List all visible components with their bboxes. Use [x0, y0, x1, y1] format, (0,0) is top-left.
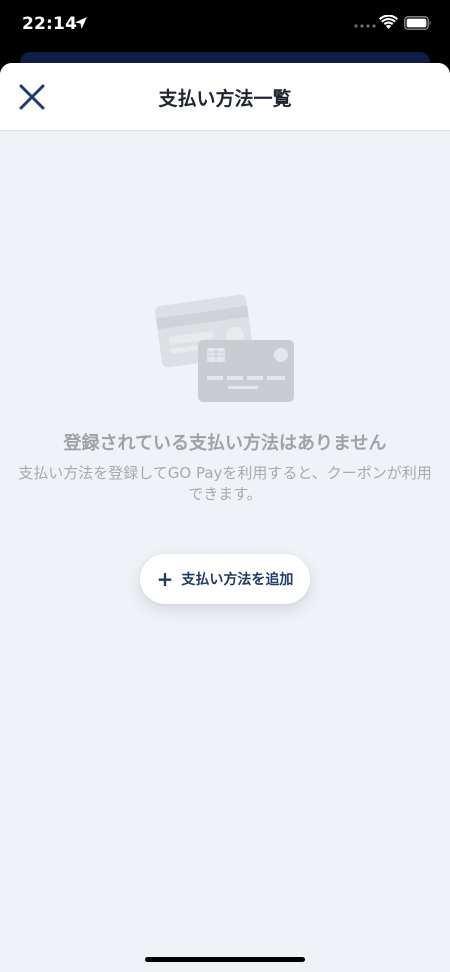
sheet-header: 支払い方法一覧: [0, 63, 450, 131]
home-indicator: [145, 957, 305, 962]
status-time: 22:14: [22, 14, 78, 34]
add-payment-method-button[interactable]: + 支払い方法を追加: [140, 554, 310, 604]
status-bar: 22:14: [0, 0, 450, 52]
empty-state-title: 登録されている支払い方法はありません: [63, 433, 387, 454]
empty-state-description: 支払い方法を登録してGO Payを利用すると、クーポンが利用できます。: [18, 464, 432, 503]
signal-dots-icon: [354, 24, 376, 28]
location-arrow-icon: [75, 17, 87, 29]
battery-icon: [404, 16, 431, 30]
page-title: 支払い方法一覧: [158, 88, 292, 110]
payment-methods-sheet: 支払い方法一覧 登録されている支払い方法はありません 支払い方法を登録してGO: [0, 63, 450, 972]
plus-icon: +: [156, 567, 174, 591]
add-payment-method-label: 支払い方法を追加: [181, 572, 294, 588]
screen: 22:14 支払い方法一覧 登録されている支払い方法はありません 支払い方法を登…: [0, 0, 450, 972]
credit-cards-icon: [155, 294, 294, 402]
wifi-icon: [379, 15, 398, 29]
